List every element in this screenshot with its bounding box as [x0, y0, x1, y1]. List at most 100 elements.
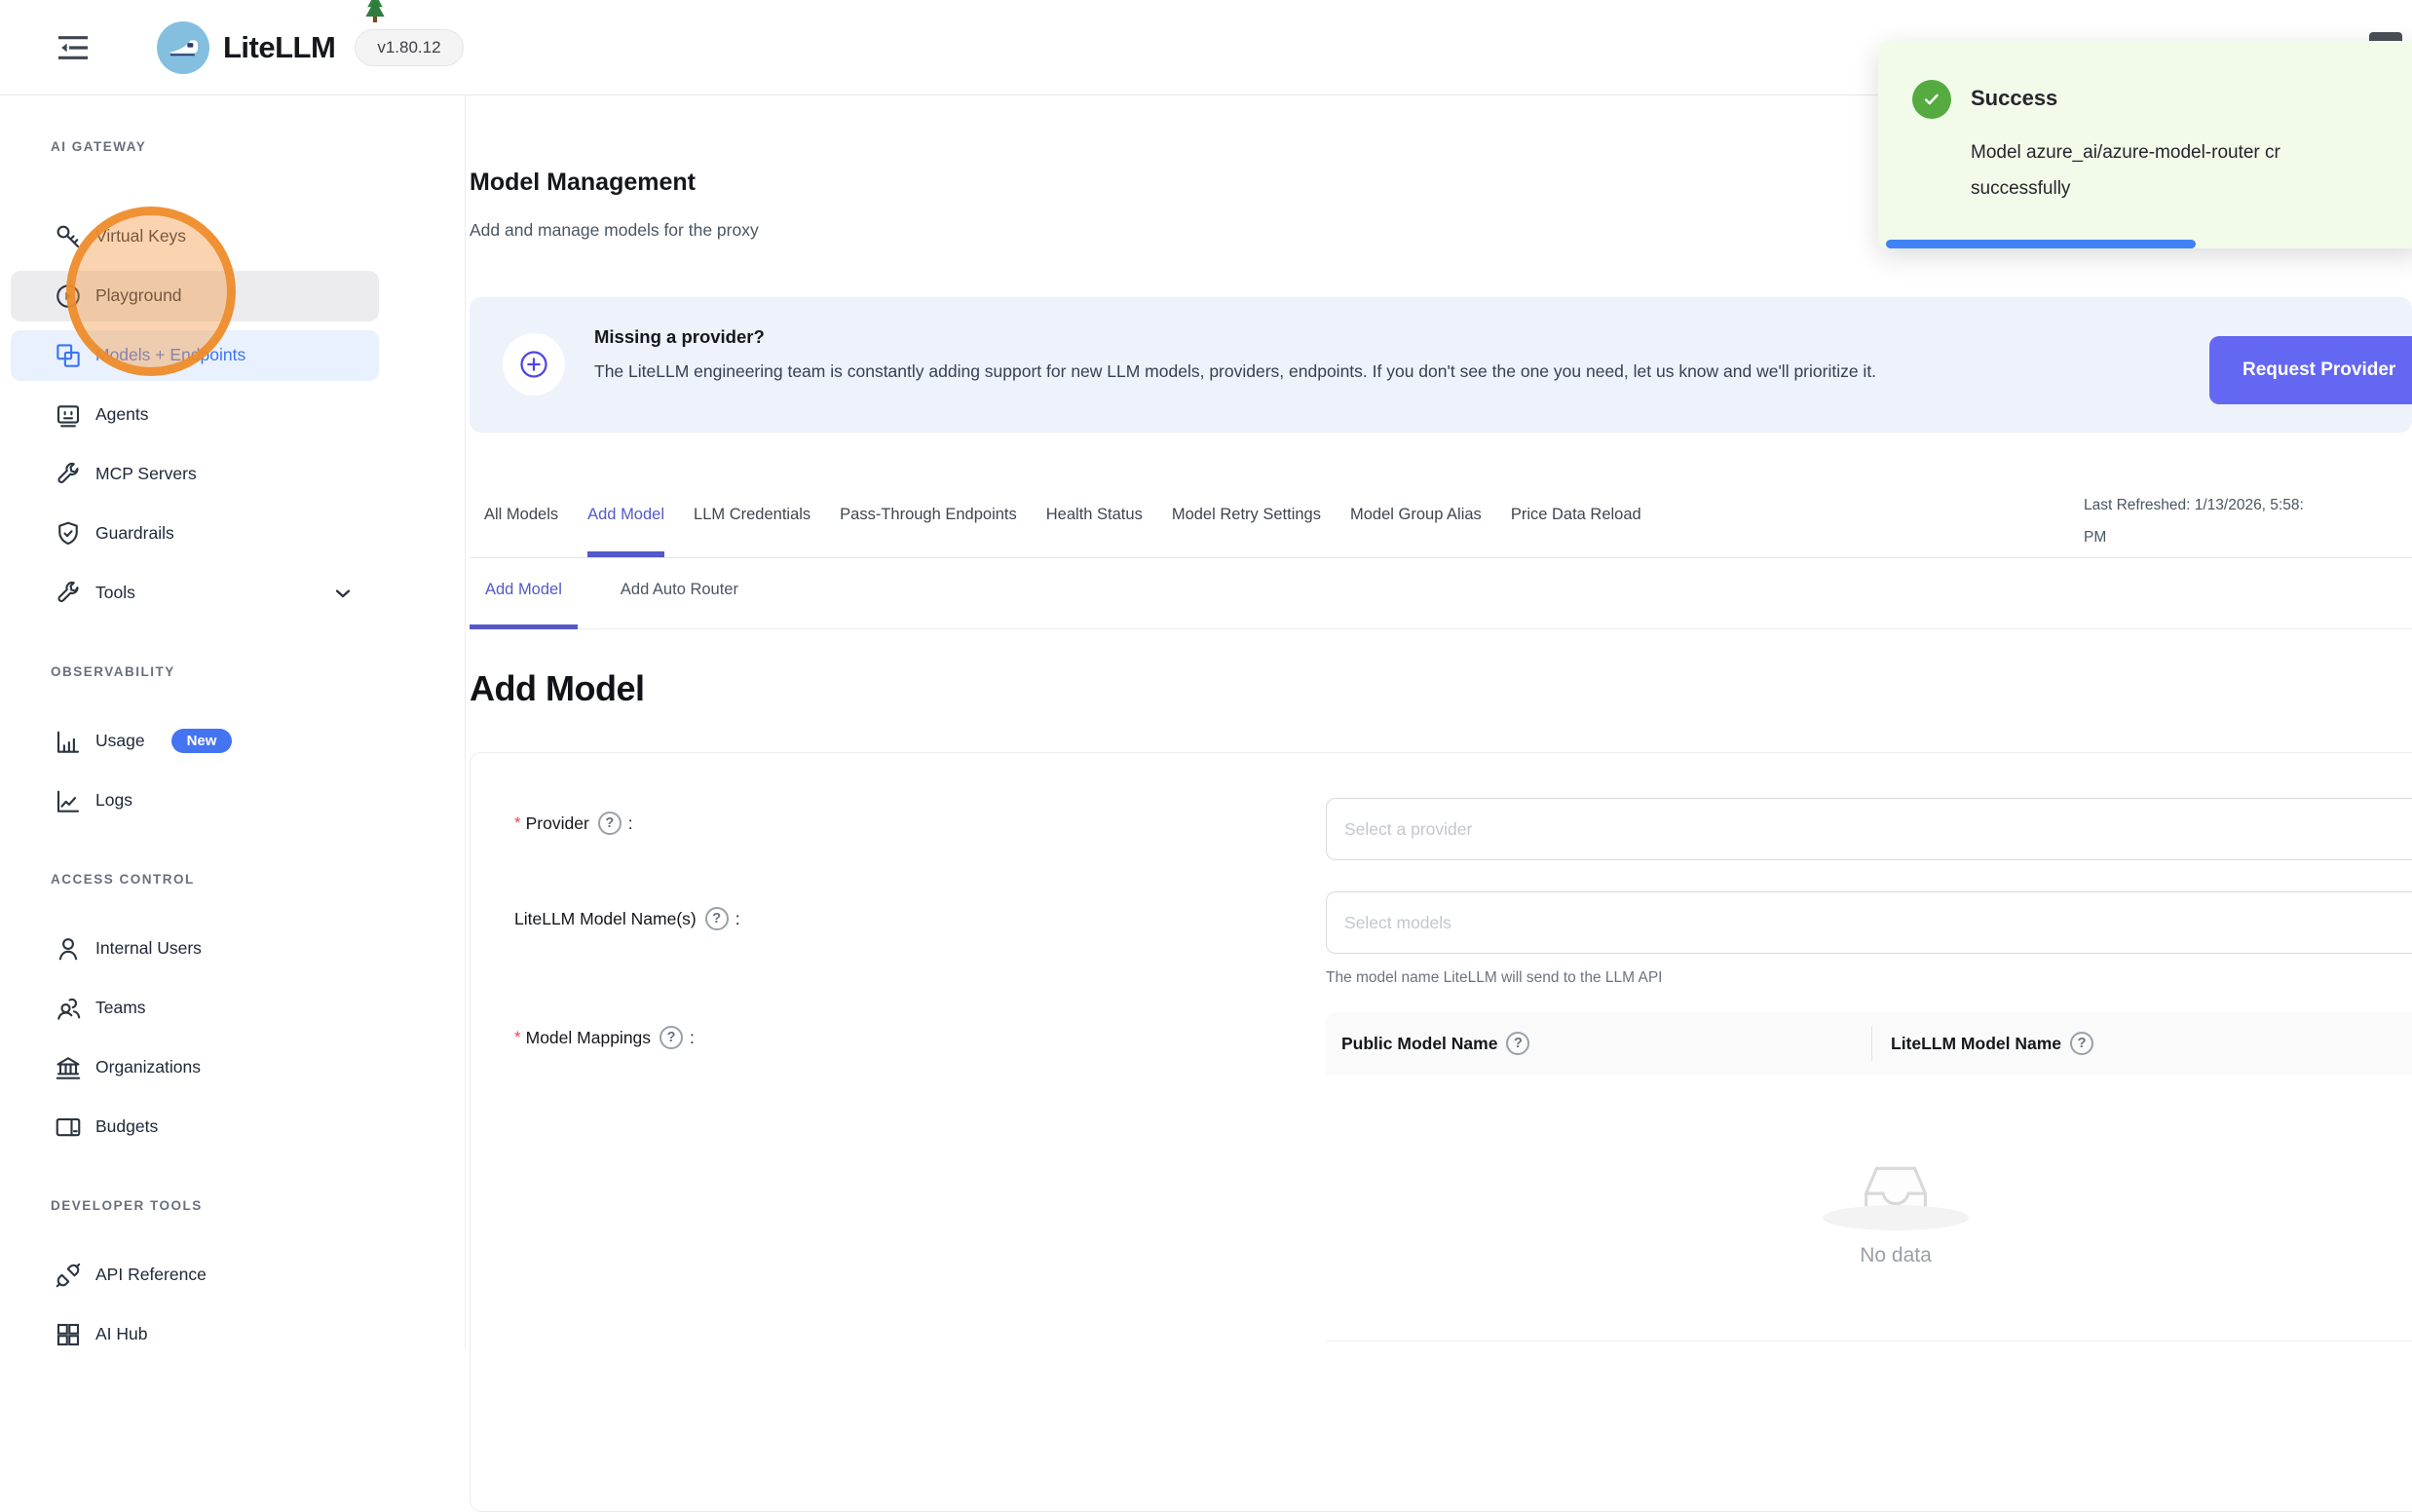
sidebar-nav: AI GATEWAY Virtual Keys Playground Model… [0, 95, 466, 1348]
sidebar-item-logs[interactable]: Logs [11, 775, 379, 826]
sidebar-item-label: Virtual Keys [95, 226, 186, 246]
sidebar-item-label: Guardrails [95, 523, 174, 544]
table-header-row: Public Model Name LiteLLM Model Name [1326, 1012, 2412, 1075]
wrench-icon [54, 460, 83, 489]
add-model-subtabs: Add Model Add Auto Router [470, 559, 2412, 629]
tab-all-models[interactable]: All Models [484, 506, 558, 557]
sidebar-item-models-endpoints[interactable]: Models + Endpoints [11, 330, 379, 381]
sidebar-item-api-reference[interactable]: API Reference [11, 1250, 379, 1301]
table-empty-state: No data [1326, 1075, 2412, 1342]
sidebar-item-label: Playground [95, 285, 182, 306]
model-mappings-label: * Model Mappings [514, 1026, 695, 1049]
section-label-observability: OBSERVABILITY [51, 664, 465, 679]
subtab-add-auto-router[interactable]: Add Auto Router [605, 581, 754, 629]
sidebar-item-playground[interactable]: Playground [11, 271, 379, 321]
tab-price-data-reload[interactable]: Price Data Reload [1511, 506, 1641, 557]
line-chart-icon [54, 786, 83, 815]
new-badge: New [171, 729, 233, 753]
page-subtitle: Add and manage models for the proxy [470, 220, 759, 241]
banner-body: The LiteLLM engineering team is constant… [594, 358, 1876, 385]
users-icon [54, 994, 83, 1023]
provider-select[interactable] [1326, 798, 2412, 860]
help-circle-icon[interactable] [705, 907, 729, 930]
column-litellm-model-name: LiteLLM Model Name [1871, 1032, 2100, 1055]
section-label-ai-gateway: AI GATEWAY [51, 139, 465, 154]
required-asterisk: * [514, 813, 521, 833]
sidebar-item-internal-users[interactable]: Internal Users [11, 924, 379, 974]
last-refreshed-timestamp: Last Refreshed: 1/13/2026, 5:58: PM [2084, 489, 2412, 553]
sidebar-item-label: Usage [95, 731, 145, 751]
tool-icon [54, 579, 83, 608]
blocks-icon [54, 341, 83, 370]
sidebar-item-tools[interactable]: Tools [11, 568, 379, 619]
sidebar-item-label: Tools [95, 583, 135, 603]
sidebar-item-ai-hub[interactable]: AI Hub [11, 1309, 379, 1349]
banner-title: Missing a provider? [594, 326, 765, 348]
sidebar-item-virtual-keys[interactable]: Virtual Keys [11, 211, 379, 262]
sidebar-item-label: AI Hub [95, 1324, 148, 1344]
tab-model-retry-settings[interactable]: Model Retry Settings [1172, 506, 1321, 557]
sidebar-item-mcp-servers[interactable]: MCP Servers [11, 449, 379, 500]
missing-provider-banner: Missing a provider? The LiteLLM engineer… [470, 297, 2412, 433]
request-provider-button[interactable]: Request Provider [2209, 336, 2412, 404]
sidebar-item-guardrails[interactable]: Guardrails [11, 509, 379, 559]
litellm-model-names-select[interactable] [1326, 891, 2412, 954]
sidebar-item-label: Models + Endpoints [95, 345, 245, 365]
tab-health-status[interactable]: Health Status [1046, 506, 1143, 557]
plus-circle-icon [503, 333, 565, 396]
success-check-icon [1912, 80, 1951, 119]
model-name-helper-text: The model name LiteLLM will send to the … [1326, 969, 1663, 987]
app-name: LiteLLM [223, 30, 335, 65]
menu-fold-icon[interactable] [54, 28, 93, 67]
sidebar-item-label: Teams [95, 998, 146, 1018]
required-asterisk: * [514, 1028, 521, 1047]
column-public-model-name: Public Model Name [1326, 1032, 1871, 1055]
bar-chart-icon [54, 727, 83, 756]
sidebar-item-label: MCP Servers [95, 464, 197, 484]
christmas-tree-icon [360, 0, 390, 32]
tab-pass-through-endpoints[interactable]: Pass-Through Endpoints [840, 506, 1017, 557]
section-label-developer-tools: DEVELOPER TOOLS [51, 1198, 465, 1213]
litellm-logo [157, 21, 209, 74]
toast-title: Success [1971, 86, 2057, 111]
subtab-add-model[interactable]: Add Model [470, 581, 578, 629]
version-badge: v1.80.12 [355, 29, 463, 66]
column-divider [1871, 1026, 1872, 1061]
success-toast: Success Model azure_ai/azure-model-route… [1878, 41, 2412, 248]
model-mappings-table: Public Model Name LiteLLM Model Name No … [1326, 1012, 2412, 1342]
sidebar-item-teams[interactable]: Teams [11, 983, 379, 1034]
toast-progress-bar [1886, 240, 2196, 248]
no-data-text: No data [1860, 1244, 1932, 1267]
robot-icon [54, 400, 83, 430]
shield-check-icon [54, 519, 83, 548]
user-icon [54, 934, 83, 964]
main-content: Model Management Add and manage models f… [470, 95, 2412, 1348]
help-circle-icon[interactable] [2070, 1032, 2093, 1055]
add-model-heading: Add Model [470, 668, 644, 709]
help-circle-icon[interactable] [598, 812, 622, 835]
help-circle-icon[interactable] [1506, 1032, 1529, 1055]
sidebar-item-usage[interactable]: Usage New [11, 716, 379, 767]
chevron-down-icon[interactable] [330, 581, 356, 606]
empty-shadow [1823, 1205, 1969, 1230]
tab-llm-credentials[interactable]: LLM Credentials [694, 506, 810, 557]
sidebar-item-budgets[interactable]: Budgets [11, 1102, 379, 1153]
sidebar-item-organizations[interactable]: Organizations [11, 1042, 379, 1093]
sidebar-item-agents[interactable]: Agents [11, 390, 379, 440]
grid-icon [54, 1320, 83, 1349]
play-circle-icon [54, 282, 83, 311]
credit-card-icon [54, 1113, 83, 1142]
sidebar-item-label: Logs [95, 790, 132, 811]
tab-model-group-alias[interactable]: Model Group Alias [1350, 506, 1482, 557]
help-circle-icon[interactable] [660, 1026, 683, 1049]
api-plug-icon [54, 1261, 83, 1290]
tab-add-model[interactable]: Add Model [587, 506, 664, 557]
section-label-access-control: ACCESS CONTROL [51, 872, 465, 887]
sidebar-item-label: API Reference [95, 1265, 207, 1285]
sidebar-item-label: Agents [95, 404, 148, 425]
bank-icon [54, 1053, 83, 1082]
litellm-model-names-label: LiteLLM Model Name(s) [514, 907, 740, 930]
toast-message: Model azure_ai/azure-model-router cr suc… [1971, 134, 2280, 207]
page-title: Model Management [470, 169, 696, 197]
sidebar-item-label: Organizations [95, 1057, 201, 1077]
